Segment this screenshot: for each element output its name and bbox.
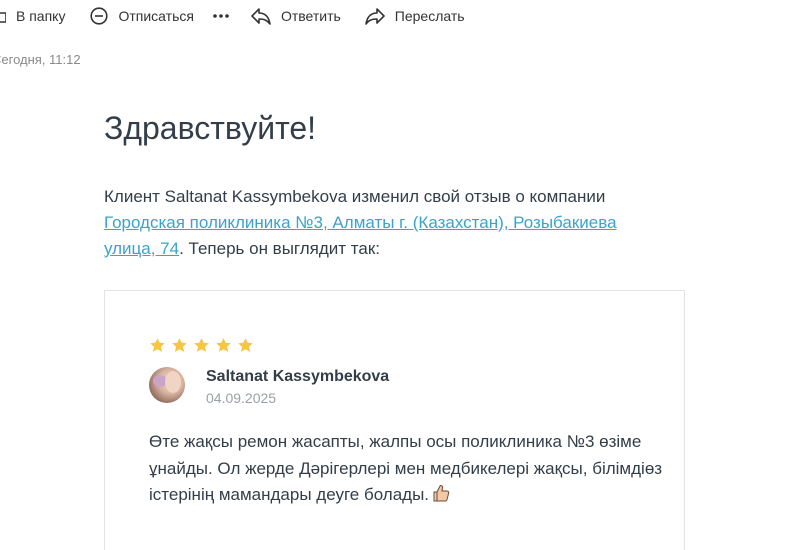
review-body: Өте жақсы ремон жасапты, жалпы осы полик… <box>149 432 663 504</box>
star-icon <box>216 338 231 352</box>
review-date: 04.09.2025 <box>206 390 277 406</box>
move-to-folder-label: В папку <box>16 8 66 24</box>
reply-button[interactable]: Ответить <box>251 0 341 32</box>
review-card: Saltanat Kassymbekova 04.09.2025 Өте жақ… <box>104 290 685 550</box>
folder-icon <box>0 8 6 24</box>
message-date: Сегодня, 11:12 <box>0 52 81 67</box>
email-view: В папку Отписаться Ответить Переслать Се… <box>0 0 786 550</box>
star-icon <box>194 338 209 352</box>
forward-label: Переслать <box>394 8 465 24</box>
reviewer-avatar <box>149 367 185 403</box>
minus-circle-icon <box>90 7 109 25</box>
more-actions-button[interactable] <box>213 0 229 32</box>
unsubscribe-button[interactable]: Отписаться <box>90 0 194 32</box>
move-to-folder-button[interactable]: В папку <box>0 0 65 32</box>
thumbs-up-icon <box>431 483 451 512</box>
greeting-heading: Здравствуйте! <box>104 110 317 146</box>
star-icon <box>238 338 253 352</box>
review-text: Өте жақсы ремон жасапты, жалпы осы полик… <box>149 429 689 512</box>
forward-icon <box>364 7 385 25</box>
more-dots-icon <box>213 13 229 19</box>
star-icon <box>172 338 187 352</box>
reviewer-name: Saltanat Kassymbekova <box>206 368 390 385</box>
intro-paragraph: Клиент Saltanat Kassymbekova изменил сво… <box>104 184 664 262</box>
unsubscribe-label: Отписаться <box>118 8 194 24</box>
star-icon <box>150 338 165 352</box>
message-toolbar: В папку Отписаться Ответить Переслать <box>0 0 465 32</box>
reply-icon <box>251 7 271 25</box>
intro-text-after: . Теперь он выглядит так: <box>179 239 381 258</box>
reply-label: Ответить <box>280 8 341 24</box>
intro-text-before: Клиент Saltanat Kassymbekova изменил сво… <box>104 187 606 206</box>
forward-button[interactable]: Переслать <box>364 0 465 32</box>
rating-stars <box>149 337 259 354</box>
